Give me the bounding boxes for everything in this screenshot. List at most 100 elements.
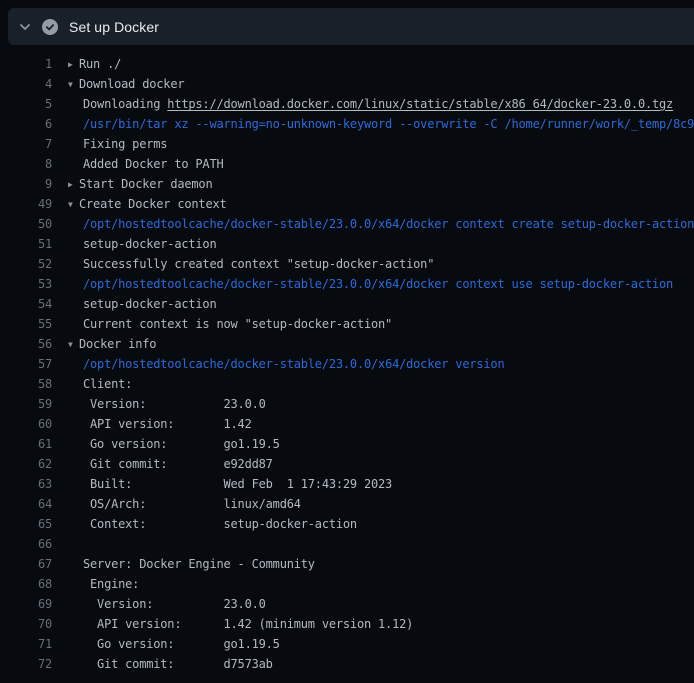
log-line-number[interactable]: 66	[0, 537, 52, 551]
log-line-number[interactable]: 8	[0, 157, 52, 171]
log-text: Context: setup-docker-action	[68, 517, 357, 531]
log-text: Built: Wed Feb 1 17:43:29 2023	[68, 477, 392, 491]
log-text: API version: 1.42 (minimum version 1.12)	[68, 617, 413, 631]
log-line: 7 Fixing perms	[0, 134, 694, 154]
log-text: Successfully created context "setup-dock…	[68, 257, 434, 271]
log-line-number[interactable]: 4	[0, 77, 52, 91]
log-line: 64 OS/Arch: linux/amd64	[0, 494, 694, 514]
log-text-segment: Downloading	[83, 97, 167, 111]
log-line-number[interactable]: 51	[0, 237, 52, 251]
log-line-number[interactable]: 71	[0, 637, 52, 651]
log-line[interactable]: 9 ▶Start Docker daemon	[0, 174, 694, 194]
log-line: 63 Built: Wed Feb 1 17:43:29 2023	[0, 474, 694, 494]
log-group-title: Docker info	[79, 337, 156, 351]
log-line-number[interactable]: 9	[0, 177, 52, 191]
log-text: Fixing perms	[68, 137, 167, 151]
log-line-number[interactable]: 67	[0, 557, 52, 571]
log-line-number[interactable]: 61	[0, 437, 52, 451]
log-line-number[interactable]: 7	[0, 137, 52, 151]
log-text: Downloading https://download.docker.com/…	[68, 97, 673, 111]
log-line: 61 Go version: go1.19.5	[0, 434, 694, 454]
log-line-number[interactable]: 5	[0, 97, 52, 111]
log-line-number[interactable]: 72	[0, 657, 52, 671]
log-line-number[interactable]: 56	[0, 337, 52, 351]
log-line[interactable]: 4 ▼Download docker	[0, 74, 694, 94]
log-line: 54setup-docker-action	[0, 294, 694, 314]
log-line-number[interactable]: 68	[0, 577, 52, 591]
log-text: Client:	[68, 377, 132, 391]
log-line: 53/opt/hostedtoolcache/docker-stable/23.…	[0, 274, 694, 294]
log-group-title: Create Docker context	[79, 197, 227, 211]
log-line: 68 Engine:	[0, 574, 694, 594]
log-text: Server: Docker Engine - Community	[68, 557, 315, 571]
log-line-number[interactable]: 70	[0, 617, 52, 631]
caret-down-icon[interactable]: ▼	[68, 200, 79, 209]
log-line: 52 Successfully created context "setup-do…	[0, 254, 694, 274]
log-line-number[interactable]: 63	[0, 477, 52, 491]
log-text: API version: 1.42	[68, 417, 252, 431]
log-text: Version: 23.0.0	[68, 597, 266, 611]
log-line-number[interactable]: 62	[0, 457, 52, 471]
log-line: 51 setup-docker-action	[0, 234, 694, 254]
caret-down-icon[interactable]: ▼	[68, 80, 79, 89]
log-text: ▼Docker info	[68, 337, 156, 351]
log-line: 65 Context: setup-docker-action	[0, 514, 694, 534]
log-line-number[interactable]: 64	[0, 497, 52, 511]
log-line: 6/usr/bin/tar xz --warning=no-unknown-ke…	[0, 114, 694, 134]
caret-right-icon[interactable]: ▶	[68, 60, 79, 69]
log-link[interactable]: https://download.docker.com/linux/static…	[167, 97, 673, 111]
log-line[interactable]: 1 ▶Run ./	[0, 54, 694, 74]
log-group-title: Start Docker daemon	[79, 177, 212, 191]
log-line-number[interactable]: 58	[0, 377, 52, 391]
log-text: Git commit: e92dd87	[68, 457, 273, 471]
log-line-number[interactable]: 59	[0, 397, 52, 411]
step-title: Set up Docker	[69, 19, 159, 35]
caret-right-icon[interactable]: ▶	[68, 180, 79, 189]
log-text: OS/Arch: linux/amd64	[68, 497, 301, 511]
log-text: ▼Download docker	[68, 77, 184, 91]
log-line: 58 Client:	[0, 374, 694, 394]
log-line-number[interactable]: 50	[0, 217, 52, 231]
log-text: setup-docker-action	[68, 237, 216, 251]
log-line-number[interactable]: 65	[0, 517, 52, 531]
log-line-number[interactable]: 55	[0, 317, 52, 331]
log-text: ▼Create Docker context	[68, 197, 227, 211]
log-line-number[interactable]: 6	[0, 117, 52, 131]
log-text: Engine:	[68, 577, 139, 591]
log-line: 60 API version: 1.42	[0, 414, 694, 434]
log-line-number[interactable]: 52	[0, 257, 52, 271]
log-line: 57/opt/hostedtoolcache/docker-stable/23.…	[0, 354, 694, 374]
log-line[interactable]: 49 ▼Create Docker context	[0, 194, 694, 214]
log-line[interactable]: 56 ▼Docker info	[0, 334, 694, 354]
log-line: 67 Server: Docker Engine - Community	[0, 554, 694, 574]
log-line-number[interactable]: 60	[0, 417, 52, 431]
log-line: 50/opt/hostedtoolcache/docker-stable/23.…	[0, 214, 694, 234]
log-text: ▶Start Docker daemon	[68, 177, 212, 191]
log-line: 71 Go version: go1.19.5	[0, 634, 694, 654]
log-command-text: /usr/bin/tar xz --warning=no-unknown-key…	[68, 117, 694, 131]
log-text: Go version: go1.19.5	[68, 637, 280, 651]
log-line-number[interactable]: 54	[0, 297, 52, 311]
chevron-down-icon[interactable]	[8, 19, 42, 35]
step-header[interactable]: Set up Docker	[8, 8, 694, 45]
log-text: Git commit: d7573ab	[68, 657, 273, 671]
log-line-number[interactable]: 53	[0, 277, 52, 291]
caret-down-icon[interactable]: ▼	[68, 340, 79, 349]
log-line: 70 API version: 1.42 (minimum version 1.…	[0, 614, 694, 634]
log-line: 59 Version: 23.0.0	[0, 394, 694, 414]
log-line: 62 Git commit: e92dd87	[0, 454, 694, 474]
log-line: 69 Version: 23.0.0	[0, 594, 694, 614]
log-group-title: Run ./	[79, 57, 121, 71]
log-command-text: /opt/hostedtoolcache/docker-stable/23.0.…	[68, 357, 504, 371]
log-text: Current context is now "setup-docker-act…	[68, 317, 392, 331]
log-container: 1▶Run ./4▼Download docker5Downloading ht…	[0, 45, 694, 683]
log-command-text: /opt/hostedtoolcache/docker-stable/23.0.…	[68, 277, 673, 291]
check-circle-icon	[42, 19, 58, 35]
log-line: 8Added Docker to PATH	[0, 154, 694, 174]
log-line-number[interactable]: 69	[0, 597, 52, 611]
log-line-number[interactable]: 49	[0, 197, 52, 211]
log-line-number[interactable]: 57	[0, 357, 52, 371]
log-text: Go version: go1.19.5	[68, 437, 280, 451]
log-line-number[interactable]: 1	[0, 57, 52, 71]
log-line: 5 Downloading https://download.docker.com…	[0, 94, 694, 114]
